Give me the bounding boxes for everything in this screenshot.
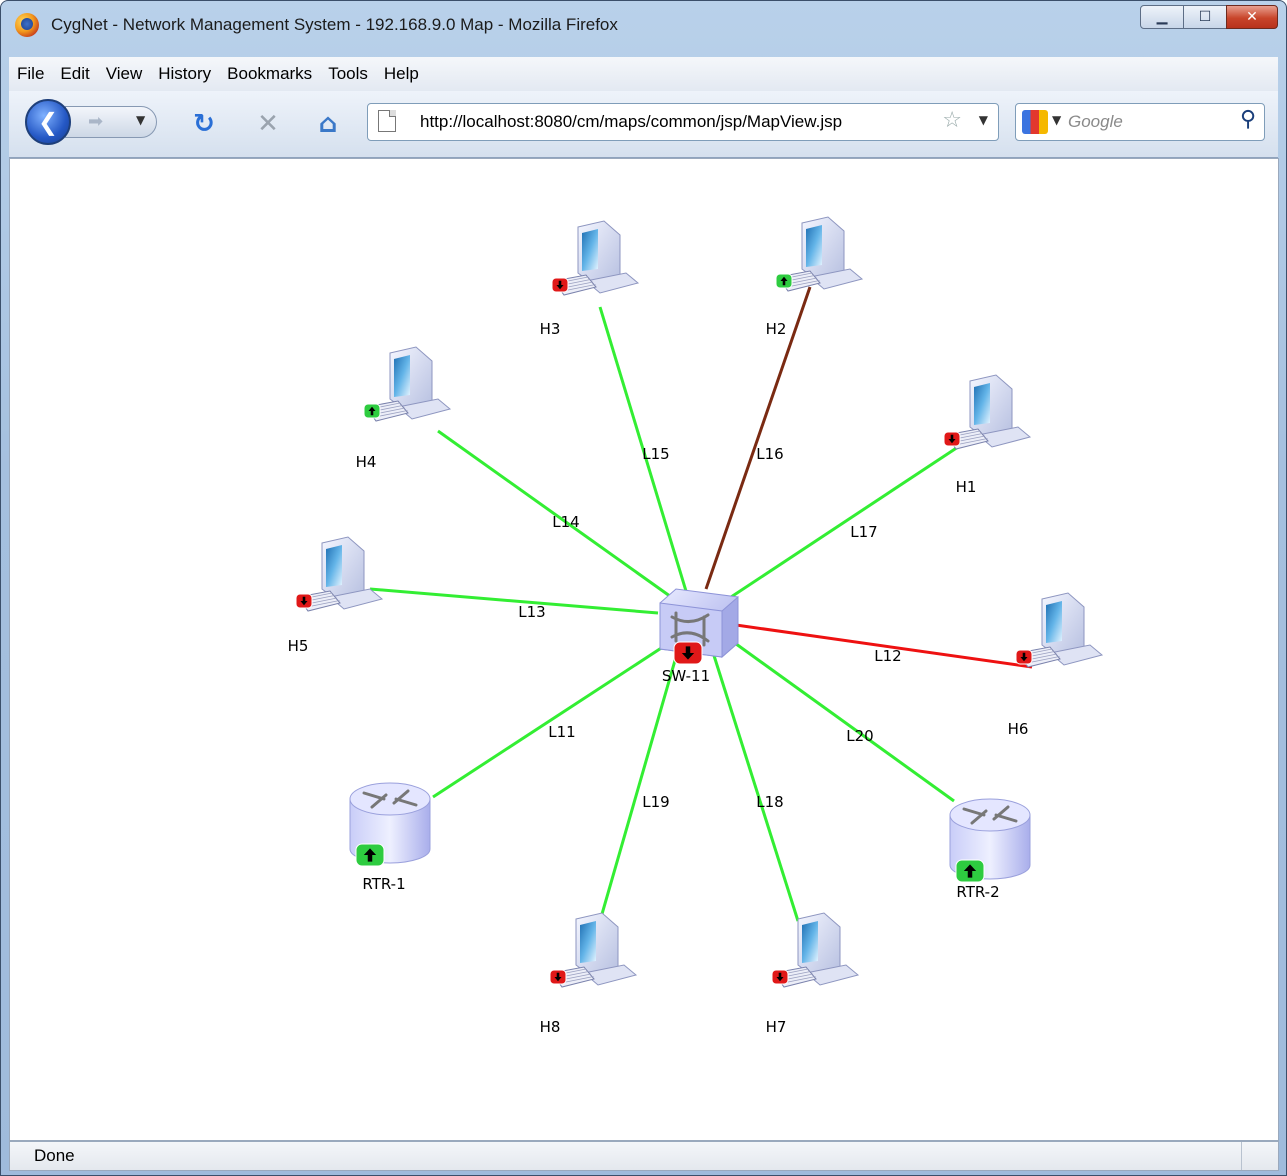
computer-icon[interactable] <box>775 216 864 292</box>
network-map: L11 L12 L13 L14 L15 L16 L17 L18 L19 L20 SW-11 H1 H2… <box>288 216 1104 1036</box>
link-label: L17 <box>850 523 877 541</box>
node-h1[interactable]: H1 <box>943 374 1032 496</box>
computer-icon[interactable] <box>771 912 860 988</box>
window-title: CygNet - Network Management System - 192… <box>51 15 618 34</box>
forward-arrow-icon: ➡ <box>88 111 104 132</box>
router-icon[interactable] <box>349 782 431 867</box>
menu-history[interactable]: History <box>150 64 219 84</box>
window-controls: ▁ ☐ ✕ <box>1140 5 1278 29</box>
firefox-icon <box>15 13 39 37</box>
status-bar: Done <box>9 1141 1279 1171</box>
switch-icon[interactable] <box>659 588 739 665</box>
menu-tools[interactable]: Tools <box>320 64 376 84</box>
menu-view[interactable]: View <box>98 64 151 84</box>
browser-window: CygNet - Network Management System - 192… <box>0 0 1287 1176</box>
link-line-l20[interactable] <box>731 639 955 803</box>
node-label: H4 <box>356 453 377 471</box>
node-label: H5 <box>288 637 309 655</box>
url-bar[interactable]: http://localhost:8080/cm/maps/common/jsp… <box>367 103 999 141</box>
node-label: RTR-2 <box>956 883 999 901</box>
title-bar: CygNet - Network Management System - 192… <box>1 1 1286 59</box>
menu-help[interactable]: Help <box>376 64 427 84</box>
computer-icon[interactable] <box>549 912 638 988</box>
node-label: H3 <box>540 320 561 338</box>
node-rtr-1[interactable]: RTR-1 <box>349 782 431 893</box>
router-icon[interactable] <box>949 798 1031 883</box>
link-label: L16 <box>756 445 783 463</box>
computer-icon[interactable] <box>363 346 452 422</box>
link-line-l11[interactable] <box>432 639 673 799</box>
google-engine-icon[interactable] <box>1022 110 1048 134</box>
link-line-l18[interactable] <box>708 642 800 922</box>
link-line-l17[interactable] <box>727 445 959 601</box>
maximize-button[interactable]: ☐ <box>1183 5 1227 29</box>
search-icon[interactable]: ⚲ <box>1240 107 1256 132</box>
node-h2[interactable]: H2 <box>766 216 864 338</box>
page-content: L11 L12 L13 L14 L15 L16 L17 L18 L19 L20 SW-11 H1 H2… <box>9 158 1279 1141</box>
link-label: L15 <box>642 445 669 463</box>
node-h4[interactable]: H4 <box>356 346 452 471</box>
minimize-button[interactable]: ▁ <box>1140 5 1184 29</box>
status-text: Done <box>34 1146 75 1165</box>
link-label: L18 <box>756 793 783 811</box>
link-label: L14 <box>552 513 579 531</box>
home-icon[interactable]: ⌂ <box>313 109 343 139</box>
link-label: L11 <box>548 723 575 741</box>
engine-dropdown-icon[interactable]: ▼ <box>1052 113 1061 127</box>
link-label: L20 <box>846 727 873 745</box>
link-label: L12 <box>874 647 901 665</box>
node-h8[interactable]: H8 <box>540 912 638 1036</box>
close-button[interactable]: ✕ <box>1226 5 1278 29</box>
forward-button[interactable]: ➡ ▼ <box>65 106 157 138</box>
node-label: H8 <box>540 1018 561 1036</box>
link-line-l16[interactable] <box>704 286 812 590</box>
page-icon <box>378 110 396 132</box>
menu-bar: File Edit View History Bookmarks Tools H… <box>9 57 1278 91</box>
computer-icon[interactable] <box>1015 592 1104 668</box>
bookmark-star-icon[interactable]: ☆ <box>942 108 962 133</box>
node-h5[interactable]: H5 <box>288 536 384 655</box>
search-input[interactable]: Google <box>1068 112 1123 132</box>
node-label: RTR-1 <box>362 875 405 893</box>
navigation-toolbar: ➡ ▼ ❮ ↻ ✕ ⌂ http://localhost:8080/cm/map… <box>9 91 1278 158</box>
url-input[interactable]: http://localhost:8080/cm/maps/common/jsp… <box>420 112 940 132</box>
back-arrow-icon: ❮ <box>37 108 59 136</box>
history-dropdown-icon[interactable]: ▼ <box>136 113 145 127</box>
node-label: SW-11 <box>662 667 710 685</box>
search-bar[interactable]: ▼ Google ⚲ <box>1015 103 1265 141</box>
computer-icon[interactable] <box>295 536 384 612</box>
node-label: H1 <box>956 478 977 496</box>
link-line-l13[interactable] <box>369 587 659 615</box>
node-sw-11[interactable]: SW-11 <box>659 588 739 685</box>
menu-file[interactable]: File <box>9 64 52 84</box>
node-label: H7 <box>766 1018 787 1036</box>
resize-grip[interactable] <box>1241 1142 1278 1170</box>
menu-bookmarks[interactable]: Bookmarks <box>219 64 320 84</box>
node-rtr-2[interactable]: RTR-2 <box>949 798 1031 901</box>
link-label: L13 <box>518 603 545 621</box>
node-h3[interactable]: H3 <box>540 220 640 338</box>
stop-icon[interactable]: ✕ <box>253 109 283 139</box>
back-button[interactable]: ❮ <box>25 99 71 145</box>
computer-icon[interactable] <box>551 220 640 296</box>
node-label: H2 <box>766 320 787 338</box>
reload-icon[interactable]: ↻ <box>189 109 219 139</box>
node-h7[interactable]: H7 <box>766 912 860 1036</box>
computer-icon[interactable] <box>943 374 1032 450</box>
node-label: H6 <box>1008 720 1029 738</box>
menu-edit[interactable]: Edit <box>52 64 97 84</box>
link-label: L19 <box>642 793 669 811</box>
url-dropdown-icon[interactable]: ▼ <box>979 113 988 127</box>
